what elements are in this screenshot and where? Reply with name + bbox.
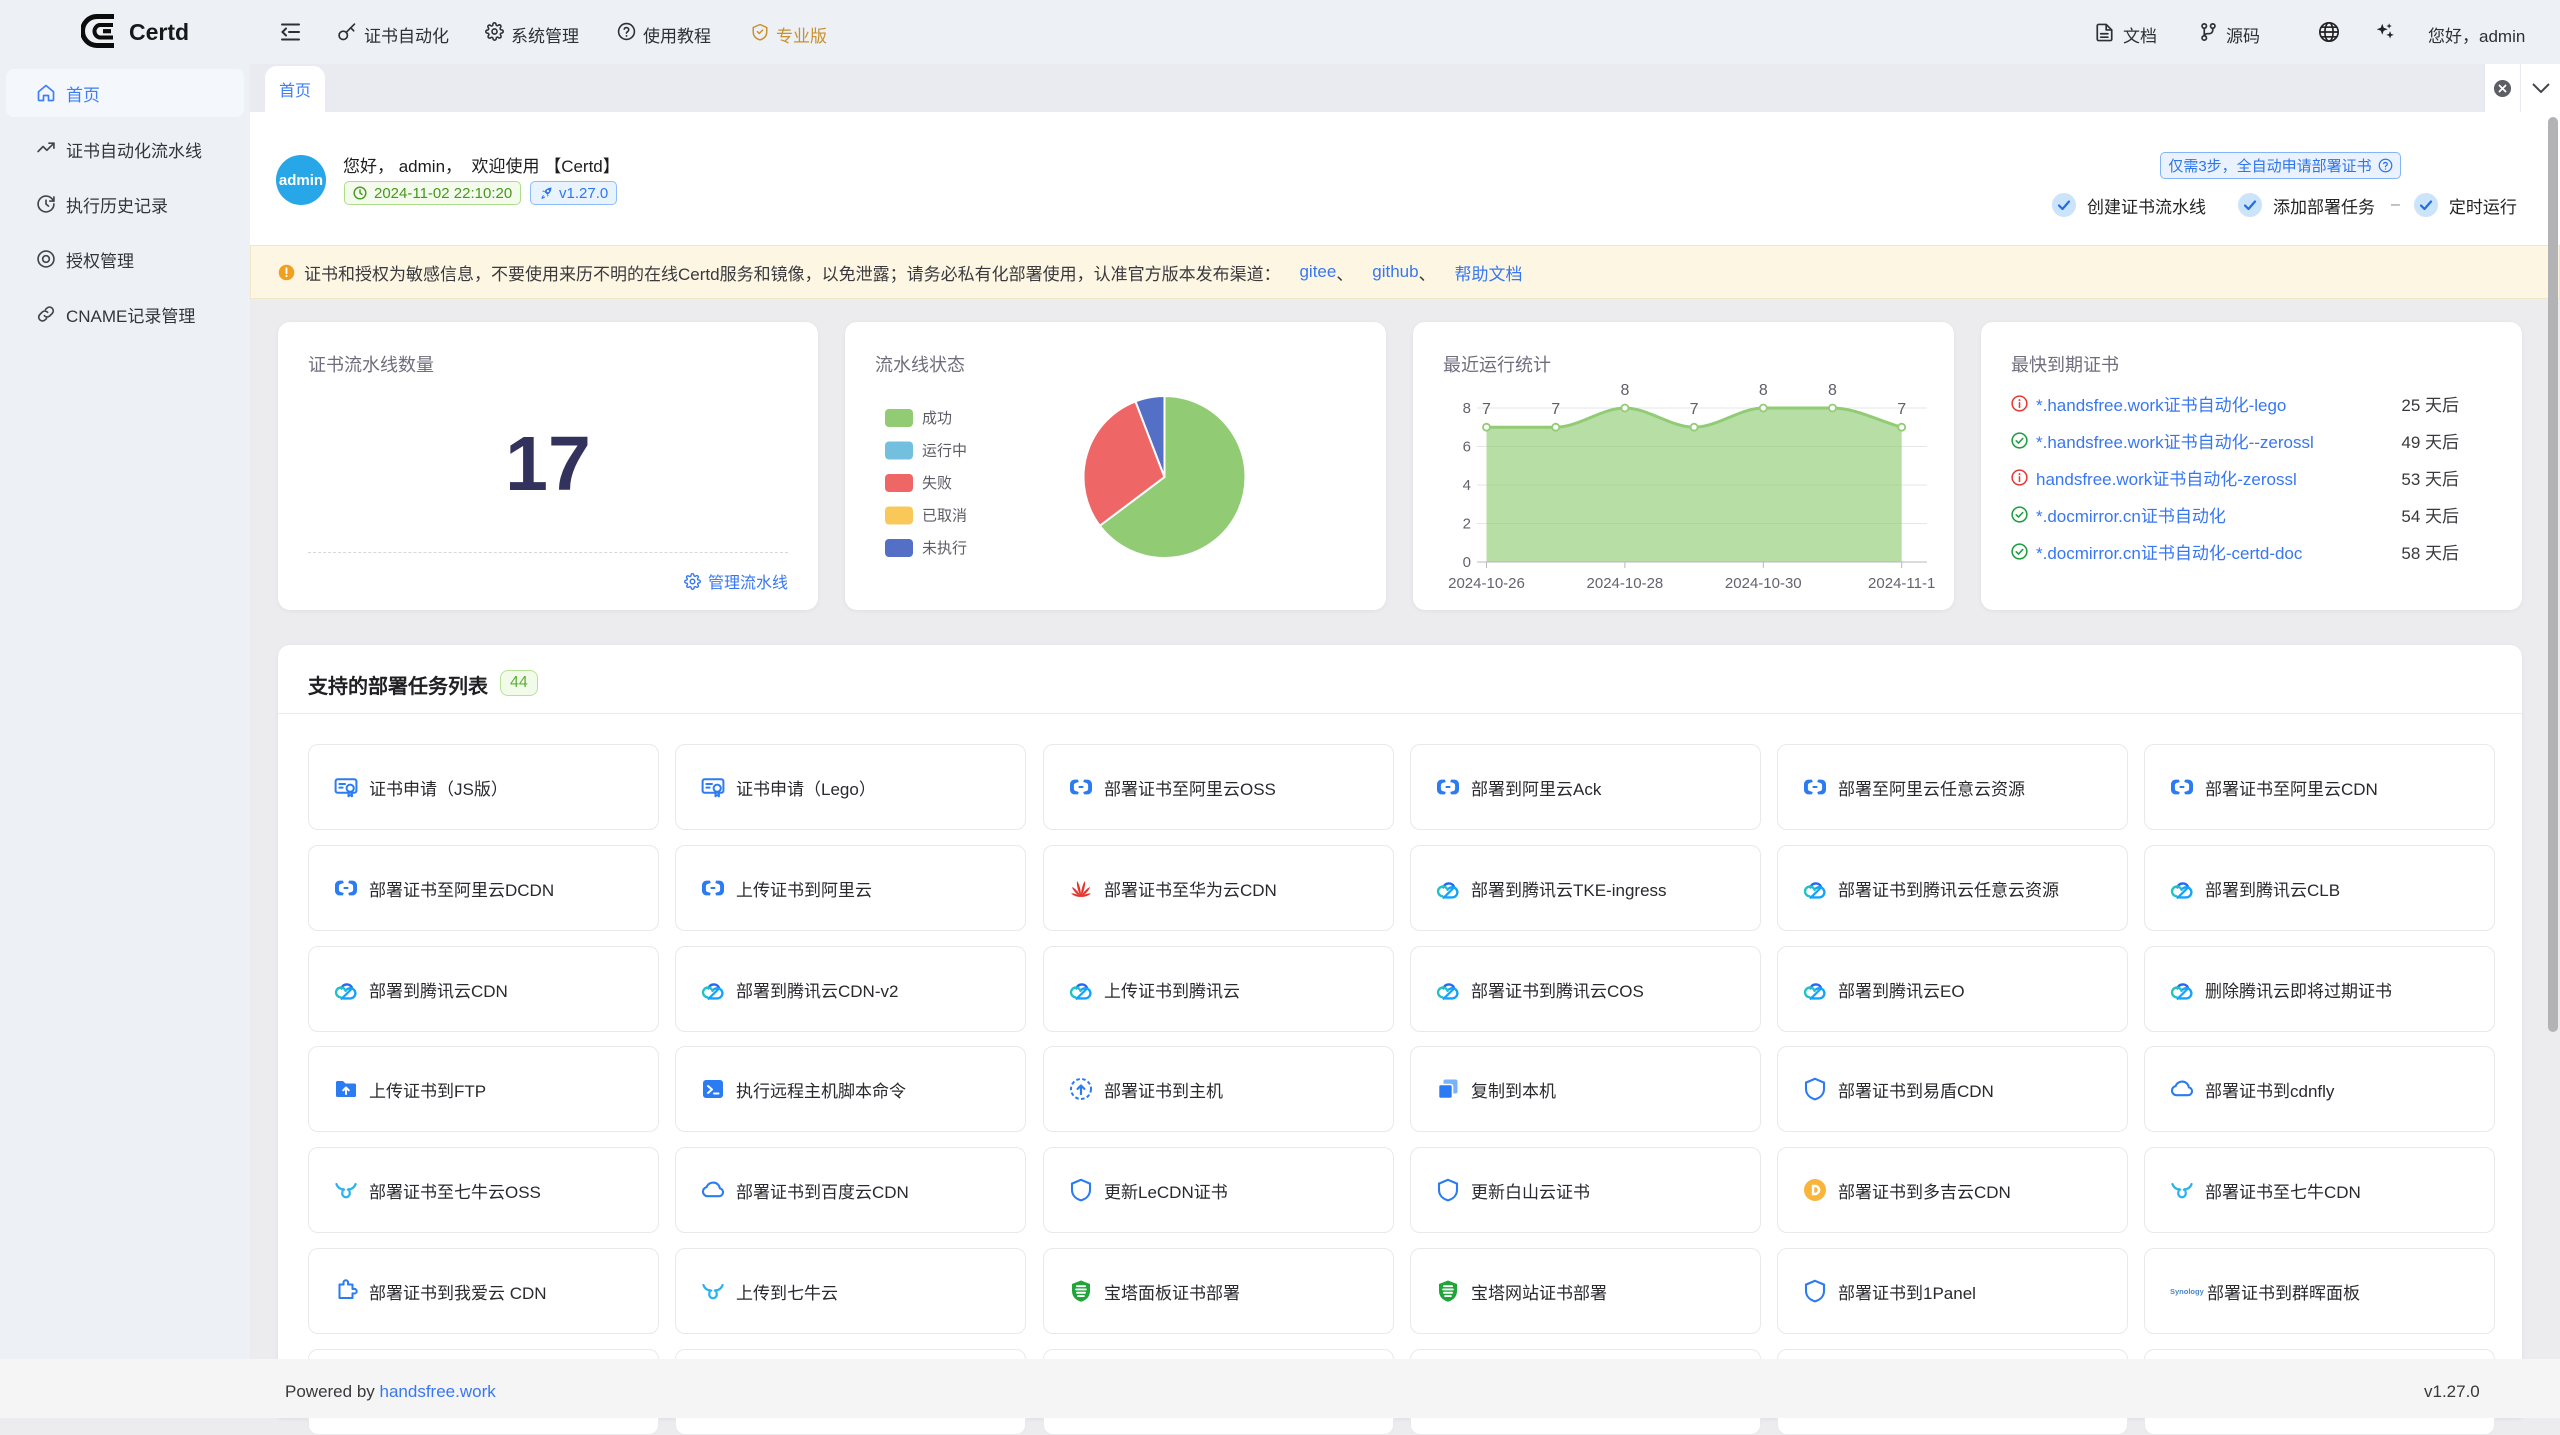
svg-text:7: 7 [1551,401,1560,418]
svg-text:运行中: 运行中 [922,443,967,460]
svg-text:成功: 成功 [922,410,952,427]
svg-text:2024-10-28: 2024-10-28 [1587,575,1664,592]
svg-text:未执行: 未执行 [922,540,967,557]
svg-text:7: 7 [1482,401,1491,418]
svg-text:2024-10-26: 2024-10-26 [1448,575,1525,592]
svg-text:8: 8 [1759,382,1768,399]
svg-text:4: 4 [1463,477,1471,494]
svg-text:2024-11-1: 2024-11-1 [1868,575,1935,592]
svg-text:8: 8 [1620,382,1629,399]
svg-text:6: 6 [1463,439,1471,456]
svg-text:已取消: 已取消 [922,508,967,525]
svg-text:失败: 失败 [922,475,952,492]
svg-text:0: 0 [1463,554,1471,571]
svg-text:7: 7 [1690,401,1699,418]
svg-text:8: 8 [1463,400,1471,417]
svg-text:8: 8 [1828,382,1837,399]
svg-text:7: 7 [1897,401,1906,418]
svg-text:2024-10-30: 2024-10-30 [1725,575,1802,592]
svg-text:2: 2 [1463,516,1471,533]
